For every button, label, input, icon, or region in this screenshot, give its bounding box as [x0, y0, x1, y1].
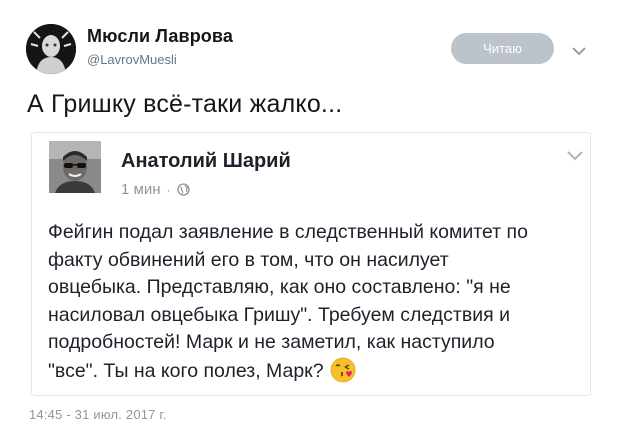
body-line: насиловал овцебыка Гришу". Требуем следс… [48, 303, 510, 326]
chevron-down-icon [572, 46, 586, 55]
globe-icon [176, 183, 190, 196]
meta-separator: · [166, 182, 171, 197]
body-line-text: "все". Ты на кого полез, Марк? [48, 359, 324, 382]
author-handle[interactable]: @LavrovMuesli [87, 52, 177, 67]
author-avatar[interactable] [26, 24, 76, 74]
body-line-last: "все". Ты на кого полез, Марк? [48, 357, 584, 386]
chevron-down-icon [567, 151, 583, 161]
tweet: Мюсли Лаврова @LavrovMuesli Читаю А Гриш… [0, 0, 618, 441]
embedded-post-meta: 1 мин · [121, 181, 190, 198]
embedded-post-card[interactable]: Анатолий Шарий 1 мин · Фейгин подал заяв… [31, 132, 591, 396]
following-button[interactable]: Читаю [451, 33, 554, 64]
tweet-timestamp[interactable]: 14:45 - 31 июл. 2017 г. [29, 407, 167, 422]
avatar-image-icon [26, 24, 76, 74]
body-line: факту обвинений его в том, что он насилу… [48, 248, 449, 271]
tweet-text: А Гришку всё-таки жалко... [27, 90, 343, 118]
body-line: подробностей! Марк и не заметил, как нас… [48, 331, 495, 353]
kissing-face-emoji-icon [330, 357, 356, 383]
embedded-author-avatar[interactable] [49, 141, 101, 193]
avatar-image-icon [49, 141, 101, 193]
embedded-author-name[interactable]: Анатолий Шарий [121, 150, 291, 173]
more-options-button[interactable] [568, 40, 590, 62]
body-line: овцебыка. Представляю, как оно составлен… [48, 276, 511, 298]
embedded-post-body: Фейгин подал заявление в следственный ко… [48, 219, 584, 385]
post-options-button[interactable] [566, 149, 584, 163]
author-name[interactable]: Мюсли Лаврова [87, 26, 233, 47]
post-time[interactable]: 1 мин [121, 181, 161, 198]
body-line: Фейгин подал заявление в следственный ко… [48, 221, 528, 243]
